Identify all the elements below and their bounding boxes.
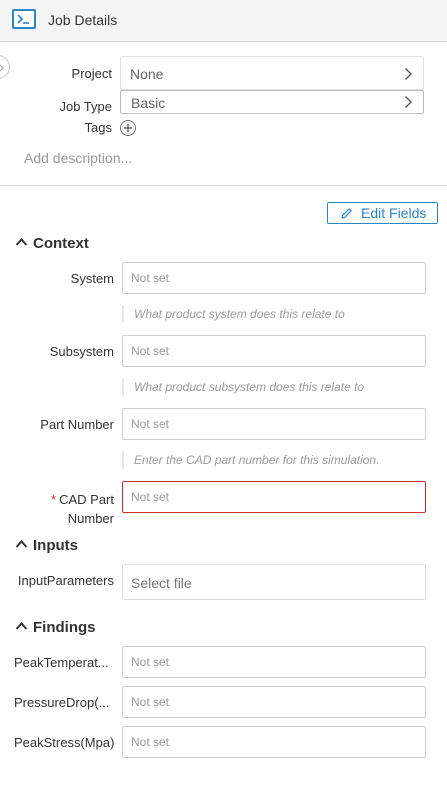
system-help-text: What product system does this relate to — [122, 305, 345, 323]
chevron-up-icon — [15, 238, 28, 246]
project-value: None — [130, 66, 164, 82]
chevron-right-icon — [0, 64, 4, 72]
job-type-value: Basic — [131, 95, 166, 111]
project-label: Project — [71, 66, 112, 81]
findings-section-title: Findings — [33, 619, 96, 636]
peak-stress-field[interactable]: Not set — [122, 726, 426, 758]
select-file-placeholder: Select file — [131, 575, 192, 591]
chevron-up-icon — [15, 622, 28, 630]
edit-fields-label: Edit Fields — [361, 205, 427, 221]
part-number-label: Part Number — [40, 417, 114, 432]
cad-part-number-placeholder: Not set — [131, 490, 170, 504]
section-divider — [0, 185, 447, 186]
add-description-link[interactable]: Add description... — [24, 150, 132, 166]
peak-stress-label: PeakStress(Mpa) — [14, 735, 115, 750]
chevron-right-icon — [405, 68, 412, 80]
subsystem-field[interactable]: Not set — [122, 335, 426, 367]
job-type-label: Job Type — [59, 99, 112, 114]
add-tag-button[interactable] — [120, 120, 136, 136]
subsystem-label: Subsystem — [49, 344, 114, 359]
chevron-right-icon — [405, 96, 412, 108]
peak-stress-placeholder: Not set — [131, 735, 170, 749]
pressure-drop-placeholder: Not set — [131, 695, 170, 709]
cad-part-number-label: * CAD Part Number — [10, 490, 114, 528]
inputs-section-toggle[interactable]: Inputs — [15, 537, 135, 555]
plus-icon — [124, 124, 132, 132]
input-parameters-label: InputParameters — [17, 573, 114, 588]
pressure-drop-field[interactable]: Not set — [122, 686, 426, 718]
chevron-up-icon — [15, 540, 28, 548]
part-number-field[interactable]: Not set — [122, 408, 426, 440]
pencil-icon — [341, 208, 352, 219]
edit-fields-button[interactable]: Edit Fields — [327, 202, 438, 224]
subsystem-placeholder: Not set — [131, 344, 170, 358]
context-section-toggle[interactable]: Context — [15, 235, 135, 253]
pressure-drop-label: PressureDrop(... — [14, 695, 110, 710]
findings-section-toggle[interactable]: Findings — [15, 619, 135, 637]
subsystem-help-text: What product subsystem does this relate … — [122, 378, 364, 396]
tags-label: Tags — [84, 120, 112, 135]
cad-part-number-label-line2: Number — [67, 511, 114, 526]
project-select[interactable]: None — [120, 56, 424, 90]
system-label: System — [70, 271, 114, 286]
cad-part-number-label-line1: CAD Part — [59, 492, 114, 507]
context-section-title: Context — [33, 235, 89, 252]
input-parameters-file-select[interactable]: Select file — [122, 564, 426, 600]
part-number-placeholder: Not set — [131, 417, 170, 431]
job-type-select[interactable]: Basic — [120, 90, 424, 114]
panel-title: Job Details — [48, 12, 118, 28]
cad-part-number-field[interactable]: Not set — [122, 481, 426, 513]
part-number-help-text: Enter the CAD part number for this simul… — [122, 451, 379, 469]
collapse-panel-button[interactable] — [0, 55, 10, 79]
peak-temperature-field[interactable]: Not set — [122, 646, 426, 678]
required-marker: * — [51, 492, 57, 507]
system-placeholder: Not set — [131, 271, 170, 285]
terminal-icon — [12, 9, 36, 29]
inputs-section-title: Inputs — [33, 537, 78, 554]
peak-temperature-placeholder: Not set — [131, 655, 170, 669]
peak-temperature-label: PeakTemperat... — [14, 655, 109, 670]
panel-header: Job Details — [0, 0, 447, 42]
system-field[interactable]: Not set — [122, 262, 426, 294]
